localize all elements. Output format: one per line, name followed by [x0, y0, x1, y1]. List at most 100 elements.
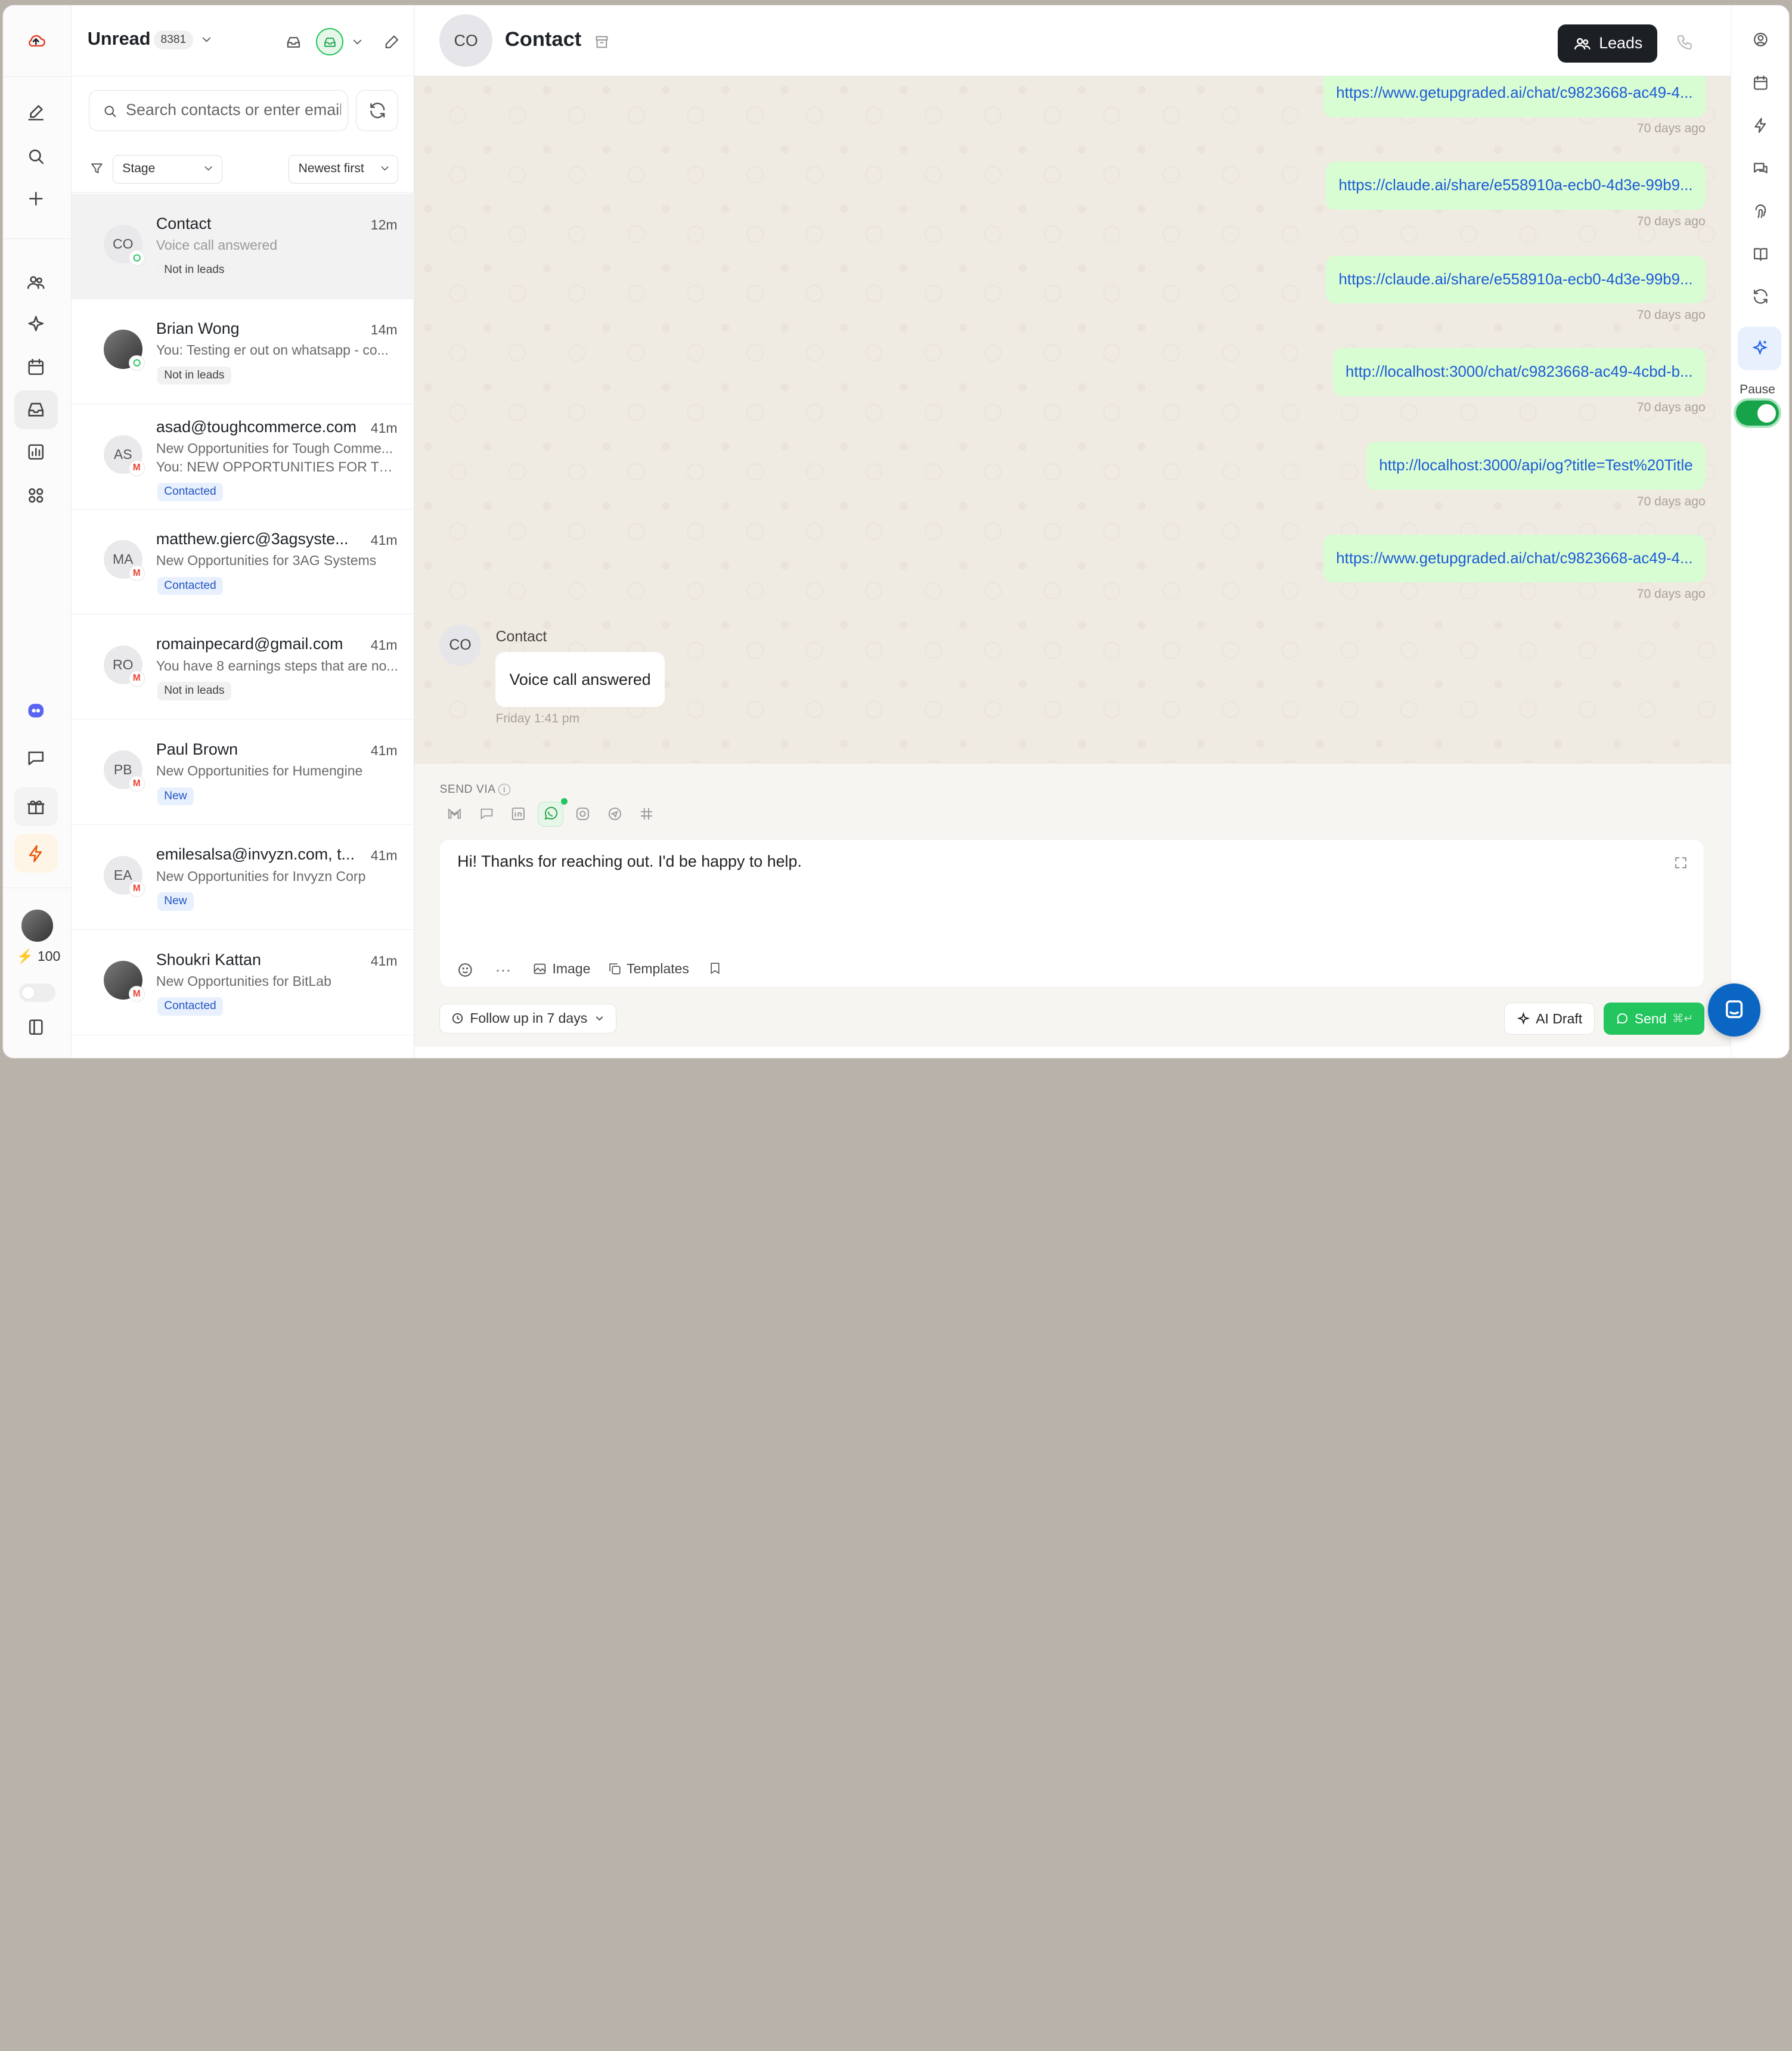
- gift-icon[interactable]: [14, 787, 58, 826]
- sparkles-icon: [1517, 1011, 1530, 1025]
- instagram-channel-icon[interactable]: [570, 802, 595, 827]
- whatsapp-channel-icon[interactable]: [538, 801, 563, 827]
- telegram-channel-icon[interactable]: [602, 802, 627, 827]
- analytics-icon[interactable]: [14, 433, 58, 471]
- chat-launcher-icon: [1725, 1000, 1743, 1019]
- slack-channel-icon[interactable]: [634, 802, 659, 827]
- incoming-message-bubble[interactable]: Voice call answered: [495, 652, 665, 708]
- inbox-title[interactable]: Unread: [88, 28, 151, 49]
- chat-bubbles-icon[interactable]: [1745, 153, 1777, 185]
- info-icon[interactable]: i: [498, 784, 510, 796]
- contact-title[interactable]: Contact: [505, 28, 581, 51]
- outgoing-message-bubble[interactable]: http://localhost:3000/api/og?title=Test%…: [1366, 442, 1706, 490]
- conversation-time: 12m: [370, 216, 398, 232]
- refresh-button[interactable]: [356, 89, 399, 131]
- ai-assistant-icon[interactable]: [1738, 326, 1782, 370]
- apps-grid-icon[interactable]: [14, 476, 58, 515]
- bookmark-icon[interactable]: [708, 961, 723, 976]
- sms-channel-icon[interactable]: [474, 802, 499, 827]
- sort-select-value: Newest first: [298, 161, 364, 175]
- sparkles-icon[interactable]: [14, 305, 58, 343]
- archive-inbox-icon[interactable]: [282, 30, 305, 53]
- contact-name: matthew.gierc@3agsyste...: [156, 530, 349, 548]
- templates-button[interactable]: Templates: [607, 961, 689, 977]
- conversation-row[interactable]: PB M Paul Brown 41m New Opportunities for Hu…: [71, 719, 415, 825]
- expand-icon[interactable]: [1670, 852, 1691, 873]
- outgoing-message-bubble[interactable]: https://claude.ai/share/e558910a-ecb0-4d…: [1326, 162, 1706, 210]
- emoji-icon[interactable]: [456, 961, 475, 979]
- lightning-icon[interactable]: [14, 834, 58, 873]
- image-button-label: Image: [552, 961, 591, 977]
- user-avatar[interactable]: [21, 909, 54, 942]
- phone-icon[interactable]: [1673, 30, 1696, 53]
- app-logo-icon[interactable]: [14, 21, 58, 60]
- send-button[interactable]: Send ⌘↵: [1604, 1003, 1704, 1035]
- conversation-row[interactable]: M Shoukri Kattan 41m New Opportunities for …: [71, 930, 415, 1035]
- templates-button-label: Templates: [627, 961, 689, 977]
- message-preview: Voice call answered: [156, 237, 278, 253]
- plus-icon[interactable]: [14, 179, 58, 218]
- lead-status-tag: New: [157, 892, 194, 911]
- gmail-icon: M: [128, 565, 145, 582]
- conversation-row[interactable]: RO Mromainpecard@gmail.com 41m You have 8 e…: [71, 615, 415, 720]
- message-draft-text[interactable]: Hi! Thanks for reaching out. I'd be happ…: [457, 852, 802, 871]
- gmail-channel-icon[interactable]: [442, 802, 467, 827]
- lightning-icon[interactable]: [1745, 109, 1777, 141]
- outgoing-message-bubble[interactable]: https://www.getupgraded.ai/chat/c9823668…: [1323, 534, 1706, 583]
- outgoing-message-bubble[interactable]: http://localhost:3000/chat/c9823668-ac49…: [1332, 348, 1706, 396]
- compose-icon[interactable]: [14, 93, 58, 132]
- feedback-chat-icon[interactable]: [14, 739, 58, 778]
- ai-draft-button[interactable]: AI Draft: [1504, 1003, 1595, 1035]
- leads-button[interactable]: Leads: [1558, 24, 1658, 63]
- book-icon[interactable]: [1745, 238, 1777, 271]
- support-chat-launcher[interactable]: [1707, 983, 1760, 1037]
- search-icon[interactable]: [14, 136, 58, 175]
- message-editor[interactable]: Hi! Thanks for reaching out. I'd be happ…: [439, 839, 1704, 988]
- profile-icon[interactable]: [1745, 23, 1777, 55]
- whatsapp-icon: [1617, 1013, 1628, 1024]
- conversation-row[interactable]: AS Masad@toughcommerce.com 41m New Opportun…: [71, 404, 415, 510]
- contact-avatar[interactable]: CO: [439, 14, 492, 67]
- archive-icon[interactable]: [592, 32, 613, 52]
- search-input[interactable]: [126, 90, 341, 129]
- message-preview: New Opportunities for BitLab: [156, 973, 331, 989]
- conversation-row[interactable]: MA Mmatthew.gierc@3agsyste... 41m New Oppor…: [71, 510, 415, 615]
- fingerprint-icon[interactable]: [1745, 195, 1777, 227]
- incoming-sender-avatar[interactable]: CO: [439, 625, 481, 666]
- conversation-row[interactable]: CO Contact 12m Voice call answered Not in le…: [71, 194, 415, 299]
- outgoing-message-bubble[interactable]: https://claude.ai/share/e558910a-ecb0-4d…: [1326, 255, 1706, 304]
- discord-icon[interactable]: [14, 691, 58, 730]
- theme-toggle[interactable]: [18, 983, 56, 1003]
- sort-select[interactable]: Newest first: [289, 154, 399, 184]
- inbox-icon[interactable]: [14, 390, 58, 430]
- stage-select[interactable]: Stage: [112, 154, 223, 184]
- chevron-down-icon[interactable]: [197, 30, 216, 49]
- linkedin-channel-icon[interactable]: [506, 802, 531, 827]
- sync-icon[interactable]: [1745, 281, 1777, 313]
- message-preview: New Opportunities for Tough Comme...: [156, 440, 393, 457]
- lead-status-tag: New: [157, 787, 194, 806]
- contacts-icon[interactable]: [14, 262, 58, 301]
- pause-toggle[interactable]: [1735, 401, 1779, 426]
- calendar-icon[interactable]: [14, 348, 58, 387]
- filter-funnel-icon[interactable]: [88, 160, 106, 178]
- stage-select-value: Stage: [122, 161, 156, 175]
- conversation-row[interactable]: EA Memilesalsa@invyzn.com, t... 41m New Opp…: [71, 825, 415, 930]
- follow-up-selector[interactable]: Follow up in 7 days: [439, 1004, 617, 1034]
- inbox-filter-icon[interactable]: [316, 28, 344, 56]
- message-timestamp: 70 days ago: [1636, 122, 1706, 136]
- message-preview: New Opportunities for Invyzn Corp: [156, 868, 366, 884]
- more-options-icon[interactable]: ···: [495, 961, 511, 979]
- gmail-icon: M: [128, 986, 145, 1003]
- sidebar-toggle-icon[interactable]: [14, 1008, 58, 1047]
- contact-name: asad@toughcommerce.com: [156, 418, 356, 436]
- image-button[interactable]: Image: [532, 961, 590, 977]
- inbox-filter-chevron-icon[interactable]: [348, 33, 367, 51]
- new-message-pencil-icon[interactable]: [380, 30, 403, 53]
- conversation-row[interactable]: Brian Wong 14m You: Testing er out on what…: [71, 299, 415, 405]
- chat-header: CO Contact Leads: [414, 5, 1731, 76]
- outgoing-message-bubble[interactable]: https://www.getupgraded.ai/chat/c9823668…: [1323, 76, 1706, 117]
- message-timestamp: 70 days ago: [1636, 308, 1706, 322]
- credits-value: 100: [37, 948, 61, 964]
- calendar-icon[interactable]: [1745, 67, 1777, 99]
